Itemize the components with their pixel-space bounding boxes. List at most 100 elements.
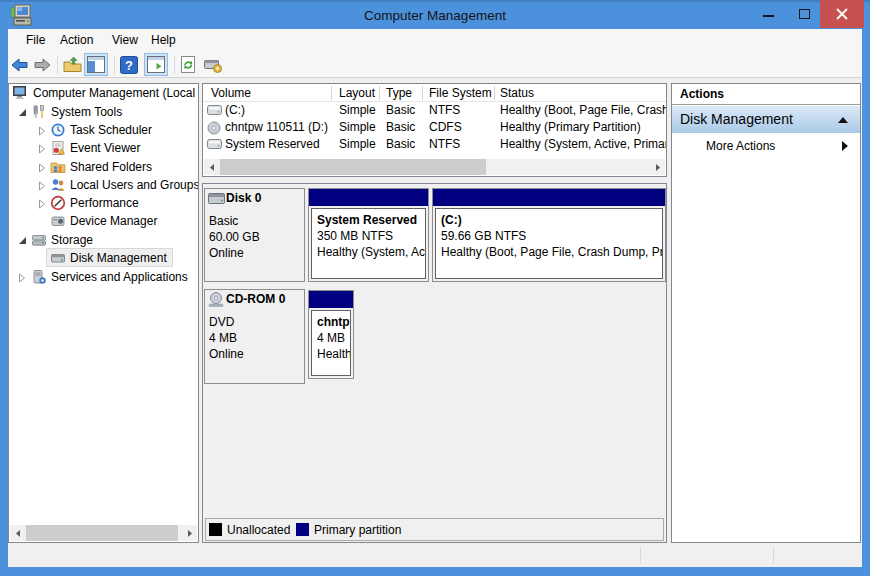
performance-icon xyxy=(50,195,66,211)
maximize-button[interactable] xyxy=(786,0,822,28)
services-and-applications-icon xyxy=(31,269,47,285)
event-viewer-icon xyxy=(50,140,66,156)
shared-folders-icon xyxy=(50,159,66,175)
toolbar-separator xyxy=(57,56,58,74)
status-bar-separator xyxy=(773,547,774,564)
status-bar-separator xyxy=(640,547,641,564)
close-icon xyxy=(835,7,849,21)
column-header-status[interactable]: Status xyxy=(500,84,534,102)
actions-panel: Actions Disk Management More Actions xyxy=(671,83,861,543)
volume-status: Healthy (Primary Partition) xyxy=(500,119,641,136)
disk-action-icon[interactable] xyxy=(204,56,223,77)
tree-item-computer-management[interactable]: Computer Management (Local xyxy=(9,85,198,102)
expanded-arrow-icon[interactable] xyxy=(18,236,27,245)
cdrom-0-row: CD-ROM 0 DVD 4 MB Online chntpw 110511 (… xyxy=(204,289,665,384)
column-header-file-system[interactable]: File System xyxy=(429,84,492,102)
legend-bar: Unallocated Primary partition xyxy=(205,518,664,541)
partition-cdrom-media[interactable]: chntpw 110511 (D:) 4 MB Healthy (Primary… xyxy=(308,290,354,379)
volume-row-d[interactable]: chntpw 110511 (D:) Simple Basic CDFS Hea… xyxy=(203,119,666,136)
tree-item-disk-management[interactable]: Disk Management xyxy=(9,250,198,267)
collapsed-arrow-icon[interactable] xyxy=(38,199,46,209)
more-actions-item[interactable]: More Actions xyxy=(672,133,860,159)
tree-item-device-manager[interactable]: Device Manager xyxy=(9,213,198,230)
column-separator xyxy=(379,86,380,100)
device-manager-icon xyxy=(50,213,66,229)
cdrom-0-label[interactable]: CD-ROM 0 DVD 4 MB Online xyxy=(204,289,305,384)
scrollbar-thumb[interactable] xyxy=(26,525,178,541)
scroll-left-arrow[interactable] xyxy=(10,525,25,541)
scroll-right-arrow[interactable] xyxy=(182,525,197,541)
cdrom-icon xyxy=(208,292,225,307)
collapsed-arrow-icon[interactable] xyxy=(38,163,46,173)
scroll-left-arrow[interactable] xyxy=(204,159,219,175)
scrollbar-thumb[interactable] xyxy=(220,159,486,175)
show-hide-console-tree-button[interactable] xyxy=(84,53,108,76)
tree-item-event-viewer[interactable]: Event Viewer xyxy=(9,140,198,157)
tree-item-local-users-and-groups[interactable]: Local Users and Groups xyxy=(9,177,198,194)
volume-fs: NTFS xyxy=(429,136,460,153)
expanded-arrow-icon[interactable] xyxy=(18,108,27,117)
actions-header: Actions xyxy=(672,84,860,105)
column-header-volume[interactable]: Volume xyxy=(211,84,251,102)
help-icon[interactable]: ? xyxy=(120,56,138,77)
actions-disk-management-section[interactable]: Disk Management xyxy=(672,106,860,133)
partition-title: (C:) xyxy=(441,212,662,228)
partition-color-band xyxy=(433,189,665,206)
column-header-layout[interactable]: Layout xyxy=(339,84,375,102)
forward-icon[interactable] xyxy=(33,56,52,77)
export-list-icon[interactable] xyxy=(63,56,82,77)
partition-color-band xyxy=(309,291,353,308)
tree-item-system-tools[interactable]: System Tools xyxy=(9,104,198,121)
tree-item-shared-folders[interactable]: Shared Folders xyxy=(9,159,198,176)
partition-size: 59.66 GB NTFS xyxy=(441,228,662,244)
volume-list-horizontal-scrollbar[interactable] xyxy=(204,159,665,175)
window-title: Computer Management xyxy=(0,2,870,29)
title-bar: Computer Management xyxy=(0,0,870,29)
tree-item-performance[interactable]: Performance xyxy=(9,195,198,212)
tree-horizontal-scrollbar[interactable] xyxy=(10,525,197,541)
menu-action[interactable]: Action xyxy=(60,29,93,52)
menu-help[interactable]: Help xyxy=(151,29,176,52)
legend-primary-partition-label: Primary partition xyxy=(314,519,401,542)
tree-item-label: System Tools xyxy=(51,104,122,121)
volume-layout: Simple xyxy=(339,119,376,136)
menu-bar: File Action View Help xyxy=(8,29,862,52)
partition-c[interactable]: (C:) 59.66 GB NTFS Healthy (Boot, Page F… xyxy=(432,188,666,282)
back-icon[interactable] xyxy=(10,56,29,77)
toolbar-separator xyxy=(174,56,175,74)
partition-size: 4 MB xyxy=(317,330,350,346)
tree-item-label: Storage xyxy=(51,232,93,249)
collapse-icon[interactable] xyxy=(838,117,848,123)
console-tree-panel: Computer Management (Local System Tools … xyxy=(8,83,199,543)
tree-item-label: Disk Management xyxy=(70,250,167,267)
column-header-type[interactable]: Type xyxy=(386,84,412,102)
tree-item-task-scheduler[interactable]: Task Scheduler xyxy=(9,122,198,139)
tree-item-storage[interactable]: Storage xyxy=(9,232,198,249)
collapsed-arrow-icon[interactable] xyxy=(38,181,46,191)
tree-item-label: Device Manager xyxy=(70,213,157,230)
collapsed-arrow-icon[interactable] xyxy=(38,126,46,136)
column-separator xyxy=(331,86,332,100)
disk-0-label[interactable]: Disk 0 Basic 60.00 GB Online xyxy=(204,188,305,282)
volume-row-c[interactable]: (C:) Simple Basic NTFS Healthy (Boot, Pa… xyxy=(203,102,666,119)
partition-system-reserved[interactable]: System Reserved 350 MB NTFS Healthy (Sys… xyxy=(308,188,429,282)
minimize-button[interactable] xyxy=(750,0,786,28)
legend-unallocated-label: Unallocated xyxy=(227,519,290,542)
menu-file[interactable]: File xyxy=(26,29,45,52)
partition-color-band xyxy=(309,189,428,206)
disk-state: Online xyxy=(209,347,244,361)
close-button[interactable] xyxy=(820,0,864,28)
maximize-icon xyxy=(799,9,810,19)
tree-item-services-and-applications[interactable]: Services and Applications xyxy=(9,269,198,286)
collapsed-arrow-icon[interactable] xyxy=(38,144,46,154)
menu-view[interactable]: View xyxy=(112,29,138,52)
refresh-icon[interactable] xyxy=(180,56,197,77)
scroll-right-arrow[interactable] xyxy=(650,159,665,175)
console-tree-icon xyxy=(87,56,105,73)
collapsed-arrow-icon[interactable] xyxy=(18,273,26,283)
show-hide-action-pane-button[interactable] xyxy=(144,53,168,76)
volume-fs: NTFS xyxy=(429,102,460,119)
volume-status: Healthy (Boot, Page File, Crash Dump, Pr… xyxy=(500,102,667,119)
volume-row-system-reserved[interactable]: System Reserved Simple Basic NTFS Health… xyxy=(203,136,666,153)
volume-name: chntpw 110511 (D:) xyxy=(225,119,328,136)
